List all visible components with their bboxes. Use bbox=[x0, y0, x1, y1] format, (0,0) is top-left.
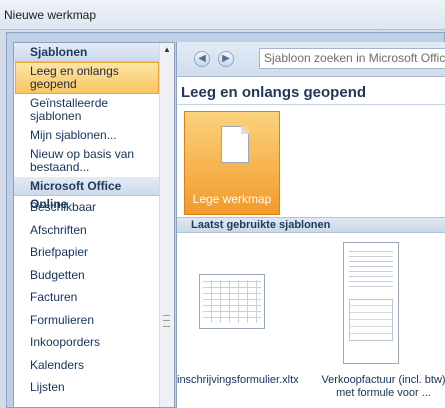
sidebar-item-afschriften[interactable]: Afschriften bbox=[14, 219, 160, 241]
sidebar-item-facturen[interactable]: Facturen bbox=[14, 286, 160, 308]
sidebar-header-templates: Sjablonen bbox=[14, 43, 160, 62]
forward-icon[interactable]: ▶ bbox=[218, 51, 234, 67]
scroll-up-icon[interactable]: ▲ bbox=[163, 45, 171, 54]
sidebar-list: Sjablonen Leeg en onlangs geopend Geïnst… bbox=[14, 43, 160, 399]
blank-document-icon bbox=[221, 126, 249, 163]
blank-workbook-label: Lege werkmap bbox=[192, 192, 272, 206]
sidebar-item-budgetten[interactable]: Budgetten bbox=[14, 264, 160, 286]
title-bar: Nieuwe werkmap bbox=[0, 0, 445, 30]
sidebar-item-lijsten[interactable]: Lijsten bbox=[14, 376, 160, 398]
template-content: ◀ ▶ Sjabloon zoeken in Microsoft Office … bbox=[176, 42, 445, 408]
sidebar-item-my-templates[interactable]: Mijn sjablonen... bbox=[14, 126, 160, 145]
sidebar-item-inkooporders[interactable]: Inkooporders bbox=[14, 331, 160, 353]
sidebar-item-blank-recent[interactable]: Leeg en onlangs geopend bbox=[15, 62, 159, 94]
sidebar-item-kalenders[interactable]: Kalenders bbox=[14, 354, 160, 376]
invoice-table-preview bbox=[349, 299, 393, 341]
sidebar-scrollbar[interactable]: ▲ bbox=[159, 43, 174, 407]
invoice-header-preview bbox=[349, 251, 393, 291]
sidebar-item-new-from-existing[interactable]: Nieuw op basis van bestaand... bbox=[14, 145, 160, 177]
divider bbox=[177, 104, 445, 105]
blank-workbook-tile[interactable]: Lege werkmap bbox=[184, 111, 280, 215]
template-thumbnail[interactable] bbox=[199, 274, 265, 329]
template-name[interactable]: inschrijvingsformulier.xltx bbox=[177, 374, 299, 387]
sidebar-item-briefpapier[interactable]: Briefpapier bbox=[14, 241, 160, 263]
template-sidebar: Sjablonen Leeg en onlangs geopend Geïnst… bbox=[13, 42, 175, 408]
spreadsheet-preview bbox=[203, 280, 261, 323]
recent-templates-header: Laatst gebruikte sjablonen bbox=[177, 217, 445, 233]
scrollbar-grip-icon[interactable] bbox=[163, 315, 170, 327]
sidebar-item-installed[interactable]: Geïnstalleerde sjablonen bbox=[14, 94, 160, 126]
sidebar-item-formulieren[interactable]: Formulieren bbox=[14, 309, 160, 331]
sidebar-header-online: Microsoft Office Online bbox=[14, 177, 160, 211]
sidebar-item-beschikbaar[interactable]: Beschikbaar bbox=[14, 196, 160, 218]
template-name[interactable]: Verkoopfactuur (incl. btw) met formule v… bbox=[321, 374, 445, 400]
back-icon[interactable]: ◀ bbox=[194, 51, 210, 67]
window-title: Nieuwe werkmap bbox=[4, 8, 97, 22]
section-title: Leeg en onlangs geopend bbox=[181, 84, 367, 101]
template-search-input[interactable]: Sjabloon zoeken in Microsoft Office bbox=[259, 48, 445, 69]
navigation-toolbar: ◀ ▶ Sjabloon zoeken in Microsoft Office bbox=[177, 42, 445, 77]
template-thumbnail[interactable] bbox=[343, 242, 399, 364]
